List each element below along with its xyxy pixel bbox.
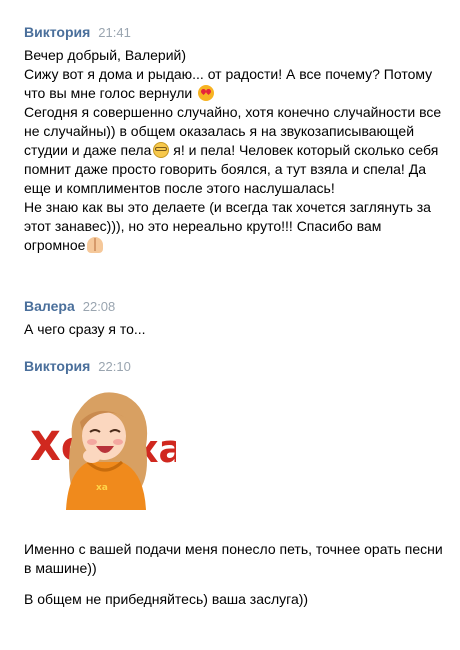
message-group-valera: Валера 22:08 А чего сразу я то... xyxy=(24,298,444,339)
message-line: Не знаю как вы это делаете (и всегда так… xyxy=(24,198,444,255)
svg-text:ха: ха xyxy=(96,483,108,493)
message-time[interactable]: 22:08 xyxy=(83,299,116,314)
message-line-text: Сижу вот я дома и рыдаю... от радости! А… xyxy=(24,66,433,101)
laughing-girl-sticker[interactable]: Хо ха ха xyxy=(26,382,176,512)
message-group-viktoria-2-text: Именно с вашей подачи меня понесло петь,… xyxy=(24,540,444,609)
message-line: Сижу вот я дома и рыдаю... от радости! А… xyxy=(24,65,444,103)
message-header: Виктория 21:41 xyxy=(24,24,444,40)
message-time[interactable]: 22:10 xyxy=(98,359,131,374)
message-line-text: Не знаю как вы это делаете (и всегда так… xyxy=(24,199,431,253)
author-name[interactable]: Валера xyxy=(24,298,75,314)
message-group-viktoria-1: Виктория 21:41 Вечер добрый, Валерий) Си… xyxy=(24,24,444,255)
folded-hands-emoji xyxy=(87,237,104,253)
nerd-face-emoji xyxy=(153,142,170,158)
message-line: Именно с вашей подачи меня понесло петь,… xyxy=(24,541,443,576)
message-group-viktoria-2: Виктория 22:10 xyxy=(24,358,444,380)
message-text: Именно с вашей подачи меня понесло петь,… xyxy=(24,540,444,609)
message-time[interactable]: 21:41 xyxy=(98,25,131,40)
author-name[interactable]: Виктория xyxy=(24,358,90,374)
author-name[interactable]: Виктория xyxy=(24,24,90,40)
message-header: Виктория 22:10 xyxy=(24,358,444,374)
chat-history: Виктория 21:41 Вечер добрый, Валерий) Си… xyxy=(0,0,460,650)
message-text: Вечер добрый, Валерий) Сижу вот я дома и… xyxy=(24,46,444,255)
heart-eyes-emoji xyxy=(198,85,215,101)
message-header: Валера 22:08 xyxy=(24,298,444,314)
message-line: Сегодня я совершенно случайно, хотя коне… xyxy=(24,103,444,198)
message-line: В общем не прибедняйтесь) ваша заслуга)) xyxy=(24,591,309,607)
message-line: Вечер добрый, Валерий) xyxy=(24,47,187,63)
message-line: А чего сразу я то... xyxy=(24,321,146,337)
message-text: А чего сразу я то... xyxy=(24,320,444,339)
